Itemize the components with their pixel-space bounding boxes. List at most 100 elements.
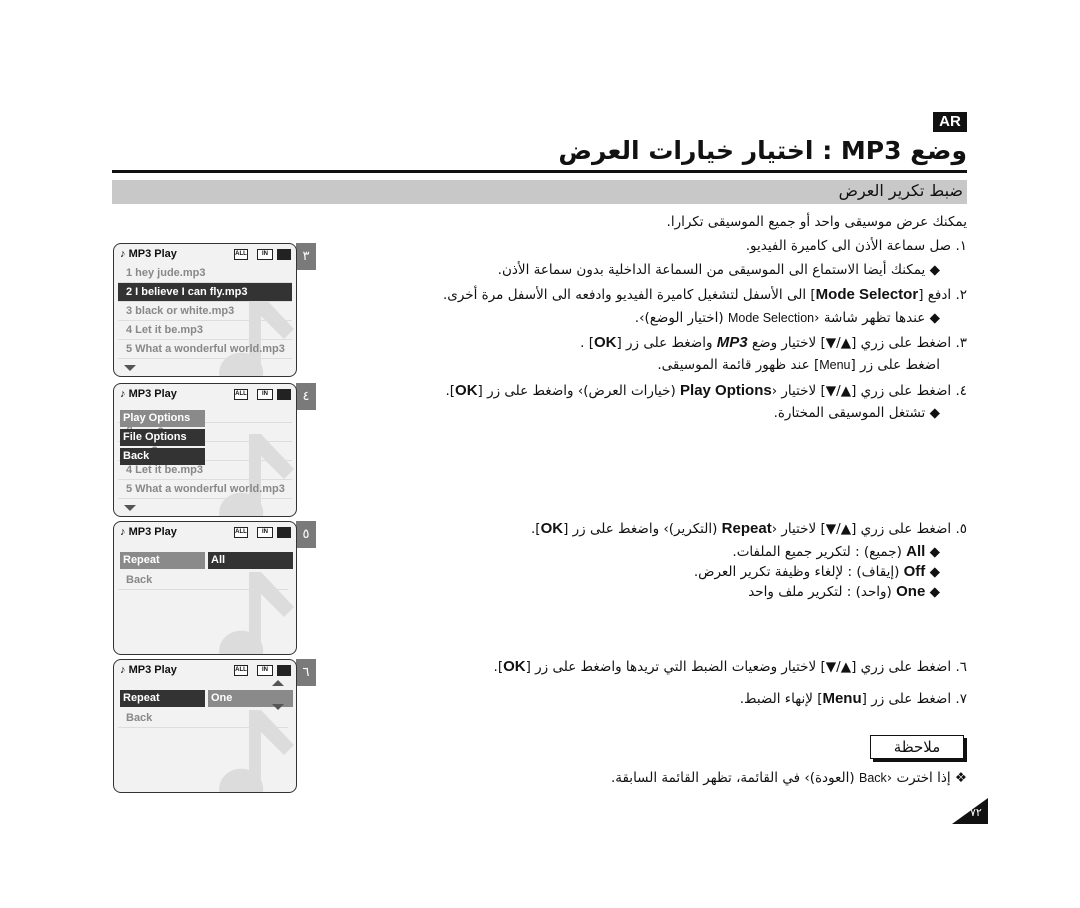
back-item[interactable]: Back (118, 709, 288, 728)
text-run: ] عند ظهور قائمة الموسيقى. (657, 357, 820, 373)
track-item[interactable]: 1 hey jude.mp3 (118, 264, 292, 283)
music-note-icon: ♪ (120, 248, 126, 260)
step-number-tab: ٦ (296, 659, 316, 686)
text-run: OK (503, 658, 526, 675)
device-screen: ♪ MP3 Play ALL IN Repeat All Back (113, 521, 297, 655)
memory-card-icon: IN (257, 389, 273, 400)
title-rule (112, 170, 967, 173)
repeat-label: Repeat (120, 690, 205, 707)
text-run: ] . (580, 335, 594, 351)
device-screen: ♪ MP3 Play ALL IN 1 hey jude.mp3 2 I believe… (113, 243, 297, 377)
screen-title: MP3 Play (128, 526, 177, 538)
repeat-all-icon: ALL (234, 665, 248, 676)
battery-icon (277, 665, 291, 676)
text-run: MP3 (716, 334, 748, 351)
language-badge: AR (933, 112, 967, 132)
text-run: ٦. اضغط على زري [▲/▼] لاختيار وضعيات الض… (525, 659, 967, 675)
screen-header: ♪ MP3 Play ALL IN (114, 244, 296, 264)
text-run: ] لإنهاء الضبط. (739, 691, 823, 707)
repeat-setting-row[interactable]: Repeat All (120, 552, 293, 569)
text-run: Off (903, 563, 926, 580)
instruction-line: يمكنك عرض موسيقى واحد أو جميع الموسيقى ت… (667, 214, 967, 230)
battery-icon (277, 249, 291, 260)
text-run: (خيارات العرض)› واضغط على زر [ (477, 383, 681, 399)
back-item[interactable]: Back (118, 571, 288, 590)
instruction-line: ٤. اضغط على زري [▲/▼] لاختيار ‹Play Opti… (445, 382, 967, 399)
text-run: يمكنك عرض موسيقى واحد أو جميع الموسيقى ت… (666, 214, 967, 230)
text-run: ٣. اضغط على زري [▲/▼] لاختيار وضع (747, 335, 967, 351)
instruction-line: اضغط على زر [Menu] عند ظهور قائمة الموسي… (657, 357, 940, 373)
text-run: ◆ تشتغل الموسيقى المختارة. (773, 405, 940, 421)
scroll-down-arrow-icon[interactable] (272, 704, 284, 710)
track-item[interactable]: 2 I believe I can fly.mp3 (118, 283, 292, 302)
text-run: ◆ (925, 544, 940, 560)
battery-icon (277, 389, 291, 400)
instruction-line: ◆ عندها تظهر شاشة ‹Mode Selection (اختيا… (635, 310, 940, 326)
screen-header: ♪ MP3 Play ALL IN (114, 384, 296, 404)
track-item[interactable]: 4 Let it be.mp3 (118, 321, 292, 340)
text-run: Menu (822, 690, 862, 707)
menu-item[interactable]: File Options (120, 429, 205, 446)
text-run: ◆ (925, 564, 940, 580)
instruction-line: ◆ يمكنك أيضا الاستماع الى الموسيقى من ال… (498, 262, 940, 278)
text-run: ◆ (925, 584, 940, 600)
repeat-setting-row[interactable]: Repeat One (120, 690, 293, 707)
text-run: ٥. اضغط على زري [▲/▼] لاختيار ‹ (771, 521, 967, 537)
instruction-line: ٢. ادفع [Mode Selector] الى الأسفل لتشغي… (443, 286, 967, 303)
instruction-line: ◆ تشتغل الموسيقى المختارة. (774, 405, 940, 421)
instruction-line: ٥. اضغط على زري [▲/▼] لاختيار ‹Repeat (ا… (531, 520, 967, 537)
page-number-tab: ٧٢ (952, 798, 988, 824)
screen-header: ♪ MP3 Play ALL IN (114, 522, 296, 542)
menu-item[interactable]: Back (120, 448, 205, 465)
page-number: ٧٢ (970, 806, 982, 819)
text-run: OK (593, 334, 617, 351)
text-run: ]. (493, 659, 504, 675)
music-note-icon: ♪ (120, 526, 126, 538)
track-item[interactable]: 3 black or white.mp3 (118, 302, 292, 321)
memory-card-icon: IN (257, 665, 273, 676)
note-text: ❖ إذا اخترت ‹Back (العودة)› في القائمة، … (611, 770, 967, 786)
text-run: ] الى الأسفل لتشغيل كاميرة الفيديو وادفع… (442, 287, 816, 303)
memory-card-icon: IN (257, 249, 273, 260)
step-number-tab: ٥ (296, 521, 316, 548)
step-number-tab: ٤ (296, 383, 316, 410)
repeat-all-icon: ALL (234, 527, 248, 538)
scroll-down-arrow-icon[interactable] (124, 365, 136, 371)
scroll-down-arrow-icon[interactable] (124, 505, 136, 511)
music-note-icon: ♪ (120, 664, 126, 676)
text-run: ١. صل سماعة الأذن الى كاميرة الفيديو. (745, 238, 967, 254)
text-run: (واحد) : لتكرير ملف واحد (748, 584, 897, 600)
screen-title: MP3 Play (128, 664, 177, 676)
instruction-line: ◆ Off (إيقاف) : لإلغاء وظيفة تكرير العرض… (694, 563, 940, 580)
text-run: ◆ يمكنك أيضا الاستماع الى الموسيقى من ال… (497, 262, 940, 278)
menu-item[interactable]: Play Options (120, 410, 205, 427)
note-label: ملاحظة (870, 735, 964, 759)
track-item[interactable]: 5 What a wonderful world.mp3 (118, 340, 292, 359)
text-run: Back (858, 771, 887, 785)
instruction-line: ◆ One (واحد) : لتكرير ملف واحد (748, 583, 940, 600)
text-run: ٢. ادفع [ (918, 287, 967, 303)
text-run: ٤. اضغط على زري [▲/▼] لاختيار ‹ (771, 383, 967, 399)
track-item[interactable]: 5 What a wonderful world.mp3 (118, 480, 292, 499)
repeat-label: Repeat (120, 552, 205, 569)
device-screen: ♪ MP3 Play ALL IN Repeat One Back (113, 659, 297, 793)
section-title: ضبط تكرير العرض (838, 181, 963, 200)
text-run: ]. (531, 521, 541, 537)
scroll-up-arrow-icon[interactable] (272, 680, 284, 686)
section-band: ضبط تكرير العرض (112, 180, 967, 204)
text-run: Play Options (680, 382, 772, 399)
step-number-tab: ٣ (296, 243, 316, 270)
text-run: Menu (819, 358, 851, 372)
text-run: ❖ إذا اخترت ‹ (886, 770, 967, 786)
device-screen: ♪ MP3 PlayALLIN fly.mp3 e.mp34 Let it be… (113, 383, 297, 517)
page-title: وضع MP3 : اختيار خيارات العرض (558, 136, 967, 165)
text-run: ]. (445, 383, 456, 399)
repeat-value[interactable]: All (208, 552, 293, 569)
text-run: ٧. اضغط على زر [ (861, 691, 967, 707)
text-run: Mode Selector (815, 286, 919, 303)
text-run: ◆ عندها تظهر شاشة ‹ (814, 310, 940, 326)
text-run: OK (455, 382, 478, 399)
manual-page: AR وضع MP3 : اختيار خيارات العرض ضبط تكر… (0, 0, 1080, 908)
memory-card-icon: IN (257, 527, 273, 538)
repeat-all-icon: ALL (234, 389, 248, 400)
